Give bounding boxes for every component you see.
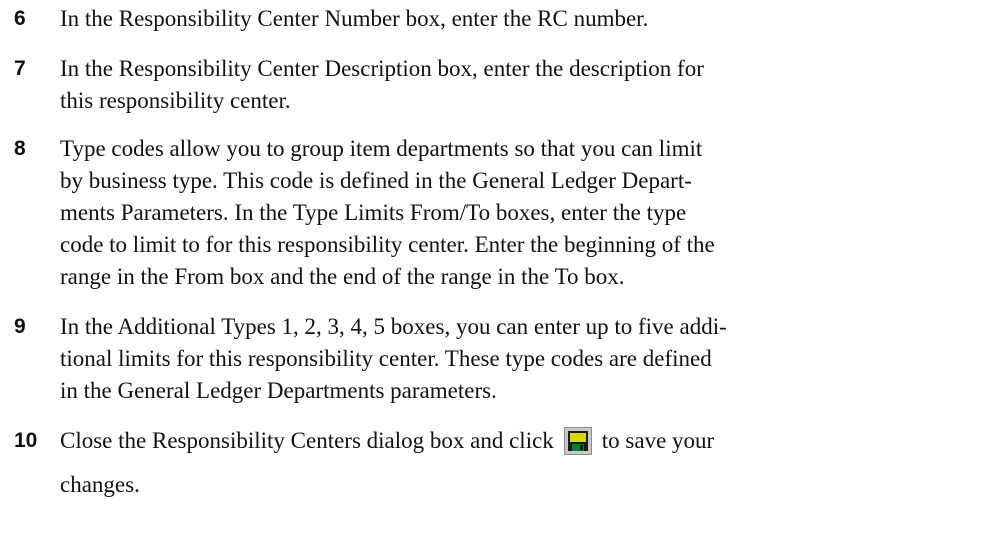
step-number: 9 <box>14 315 26 338</box>
step-text: In the Responsibility Center Description… <box>60 53 990 117</box>
step-text-line: by business type. This code is defined i… <box>60 168 692 193</box>
step-text-after-icon: to save your <box>601 428 715 453</box>
step-text-line: in the General Ledger Departments parame… <box>60 378 497 403</box>
step-number: 7 <box>14 57 26 80</box>
step-text-line: In the Responsibility Center Description… <box>60 56 704 81</box>
step-text: In the Additional Types 1, 2, 3, 4, 5 bo… <box>60 311 990 407</box>
step-text-line: ments Parameters. In the Type Limits Fro… <box>60 200 687 225</box>
step-number: 10 <box>14 429 38 452</box>
step-text: Close the Responsibility Centers dialog … <box>60 425 990 501</box>
step-text: In the Responsibility Center Number box,… <box>60 3 990 35</box>
step-text: Type codes allow you to group item depar… <box>60 133 990 293</box>
step-text-line: code to limit to for this responsibility… <box>60 232 715 257</box>
step-number: 8 <box>14 137 26 160</box>
step-text-line: Type codes allow you to group item depar… <box>60 136 703 161</box>
step-text-line: Close the Responsibility Centers dialog … <box>60 425 990 457</box>
step-text-line: tional limits for this responsibility ce… <box>60 346 712 371</box>
floppy-disk-icon <box>567 430 588 451</box>
step-text-continuation: changes. <box>60 472 140 497</box>
document-page: 6 In the Responsibility Center Number bo… <box>0 0 1002 554</box>
step-text-line: range in the From box and the end of the… <box>60 264 625 289</box>
step-text-line: In the Additional Types 1, 2, 3, 4, 5 bo… <box>60 314 727 339</box>
step-text-before-icon: Close the Responsibility Centers dialog … <box>60 428 554 453</box>
step-number: 6 <box>14 7 26 30</box>
step-text-line: this responsibility center. <box>60 88 291 113</box>
save-icon[interactable] <box>563 426 592 455</box>
step-text-line: In the Responsibility Center Number box,… <box>60 6 649 31</box>
